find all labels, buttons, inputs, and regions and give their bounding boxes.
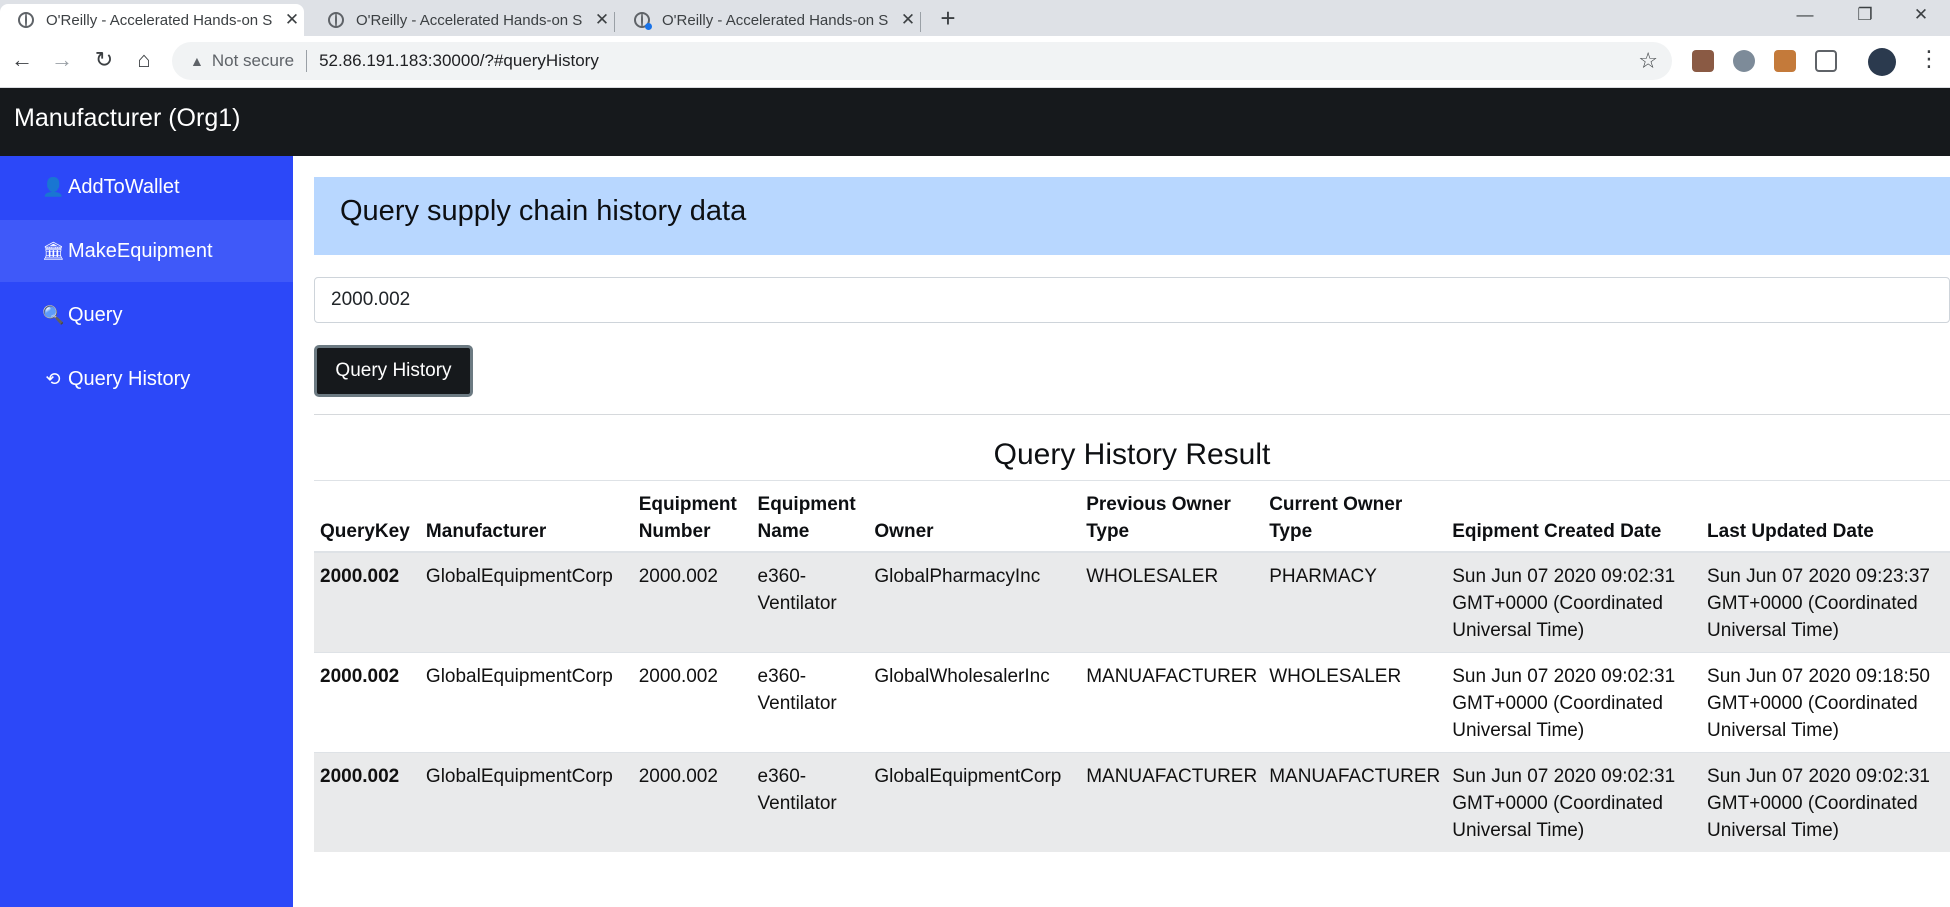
app-brand[interactable]: Manufacturer (Org1) — [14, 104, 240, 133]
home-icon[interactable]: ⌂ — [130, 46, 158, 74]
sidebar-item-query[interactable]: 🔍 Query — [0, 284, 293, 346]
result-title: Query History Result — [993, 438, 1271, 471]
globe-icon — [328, 12, 344, 28]
back-icon[interactable]: ← — [8, 46, 36, 74]
table-header-row: QueryKey Manufacturer Equipment Number E… — [314, 480, 1950, 553]
table-cell: MANUAFACTURER — [1080, 652, 1264, 753]
column-header: Previous Owner Type — [1080, 480, 1264, 553]
column-header: Owner — [868, 480, 1081, 553]
table-cell: 2000.002 — [314, 752, 420, 852]
sidebar: 👤 AddToWallet 🏛 MakeEquipment 🔍 Query ⟲ … — [0, 156, 293, 907]
table-cell: e360-Ventilator — [751, 752, 869, 852]
table-cell: WHOLESALER — [1080, 551, 1264, 653]
column-header: Eqipment Created Date — [1446, 480, 1702, 553]
column-header: Current Owner Type — [1263, 480, 1447, 553]
table-cell: MANUAFACTURER — [1080, 752, 1264, 852]
sidebar-item-addtowallet[interactable]: 👤 AddToWallet — [0, 156, 293, 218]
user-icon: 👤 — [42, 176, 65, 197]
forward-icon[interactable]: → — [48, 46, 76, 74]
extension-fox-icon[interactable] — [1774, 50, 1796, 72]
table-cell: GlobalEquipmentCorp — [419, 551, 633, 653]
tab-separator — [614, 12, 615, 32]
sidebar-item-label: Query History — [68, 367, 191, 390]
table-cell: Sun Jun 07 2020 09:02:31 GMT+0000 (Coord… — [1446, 551, 1702, 653]
table-cell: 2000.002 — [314, 652, 420, 753]
table-cell: MANUAFACTURER — [1263, 752, 1447, 852]
minimize-button[interactable]: — — [1780, 0, 1830, 30]
column-header: Last Updated Date — [1701, 480, 1950, 553]
column-header: Manufacturer — [419, 480, 633, 553]
extension-box-icon[interactable] — [1815, 50, 1837, 72]
table-cell: Sun Jun 07 2020 09:02:31 GMT+0000 (Coord… — [1701, 752, 1950, 852]
query-history-button[interactable]: Query History — [314, 345, 473, 397]
query-key-input[interactable] — [314, 277, 1950, 323]
table-cell: Sun Jun 07 2020 09:18:50 GMT+0000 (Coord… — [1701, 652, 1950, 753]
browser-tab-3[interactable]: O'Reilly - Accelerated Hands-on S ✕ — [616, 4, 920, 36]
sidebar-item-label: MakeEquipment — [68, 239, 213, 262]
profile-avatar[interactable] — [1868, 48, 1896, 76]
warning-icon[interactable]: ▲ — [190, 53, 204, 69]
menu-kebab-icon[interactable]: ⋮ — [1918, 46, 1940, 72]
globe-icon — [18, 12, 34, 28]
omnibox-separator — [306, 50, 308, 72]
table-cell: PHARMACY — [1263, 551, 1447, 653]
table-row: 2000.002 GlobalEquipmentCorp 2000.002 e3… — [314, 652, 1950, 753]
bank-icon: 🏛 — [42, 240, 65, 261]
browser-tab-1[interactable]: O'Reilly - Accelerated Hands-on S ✕ — [0, 4, 304, 36]
table-cell: GlobalWholesalerInc — [868, 652, 1081, 753]
tab-separator — [920, 12, 921, 32]
globe-icon — [634, 12, 652, 30]
close-window-button[interactable]: ✕ — [1896, 0, 1946, 30]
sidebar-item-makeequipment[interactable]: 🏛 MakeEquipment — [0, 220, 293, 282]
history-icon: ⟲ — [45, 368, 61, 389]
sidebar-item-label: AddToWallet — [68, 175, 180, 198]
sidebar-item-label: Query — [68, 303, 123, 326]
browser-tab-2[interactable]: O'Reilly - Accelerated Hands-on S ✕ — [310, 4, 614, 36]
browser-tab-strip: O'Reilly - Accelerated Hands-on S ✕ O'Re… — [0, 0, 1950, 36]
tab-title: O'Reilly - Accelerated Hands-on S — [46, 11, 273, 29]
security-label[interactable]: Not secure — [212, 51, 294, 71]
table-cell: GlobalEquipmentCorp — [419, 752, 633, 852]
address-bar[interactable]: ▲ Not secure 52.86.191.183:30000/?#query… — [172, 42, 1672, 80]
loading-dot-icon — [645, 23, 652, 30]
sidebar-item-query-history[interactable]: ⟲ Query History — [0, 348, 293, 410]
table-cell: e360-Ventilator — [751, 551, 869, 653]
table-cell: 2000.002 — [632, 551, 752, 653]
history-table: QueryKey Manufacturer Equipment Number E… — [314, 480, 1950, 852]
divider — [314, 414, 1950, 415]
table-cell: GlobalEquipmentCorp — [419, 652, 633, 753]
table-cell: 2000.002 — [314, 551, 420, 653]
bookmark-star-icon[interactable]: ☆ — [1638, 48, 1658, 74]
column-header: QueryKey — [314, 480, 420, 553]
page-title: Query supply chain history data — [340, 195, 747, 227]
extension-pdf-icon[interactable] — [1692, 50, 1714, 72]
tab-title: O'Reilly - Accelerated Hands-on S — [662, 11, 889, 29]
close-tab-icon[interactable]: ✕ — [594, 10, 610, 30]
column-header: Equipment Number — [632, 480, 752, 553]
table-cell: GlobalPharmacyInc — [868, 551, 1081, 653]
new-tab-button[interactable]: + — [934, 4, 962, 32]
close-tab-icon[interactable]: ✕ — [900, 10, 916, 30]
browser-toolbar: ← → ↻ ⌂ ▲ Not secure 52.86.191.183:30000… — [0, 36, 1950, 88]
table-cell: 2000.002 — [632, 752, 752, 852]
app-navbar: Manufacturer (Org1) — [0, 88, 1950, 156]
column-header: Equipment Name — [751, 480, 869, 553]
reload-icon[interactable]: ↻ — [90, 46, 118, 74]
table-cell: e360-Ventilator — [751, 652, 869, 753]
page-header: Query supply chain history data — [314, 177, 1950, 255]
table-cell: Sun Jun 07 2020 09:23:37 GMT+0000 (Coord… — [1701, 551, 1950, 653]
url-text[interactable]: 52.86.191.183:30000/?#queryHistory — [319, 51, 599, 71]
table-cell: Sun Jun 07 2020 09:02:31 GMT+0000 (Coord… — [1446, 652, 1702, 753]
tab-title: O'Reilly - Accelerated Hands-on S — [356, 11, 583, 29]
table-cell: GlobalEquipmentCorp — [868, 752, 1081, 852]
search-icon: 🔍 — [42, 304, 65, 325]
table-row: 2000.002 GlobalEquipmentCorp 2000.002 e3… — [314, 752, 1950, 852]
close-tab-icon[interactable]: ✕ — [284, 10, 300, 30]
table-cell: WHOLESALER — [1263, 652, 1447, 753]
table-row: 2000.002 GlobalEquipmentCorp 2000.002 e3… — [314, 551, 1950, 653]
table-cell: Sun Jun 07 2020 09:02:31 GMT+0000 (Coord… — [1446, 752, 1702, 852]
extension-grammar-icon[interactable] — [1733, 50, 1755, 72]
table-cell: 2000.002 — [632, 652, 752, 753]
restore-button[interactable]: ❐ — [1840, 0, 1890, 30]
